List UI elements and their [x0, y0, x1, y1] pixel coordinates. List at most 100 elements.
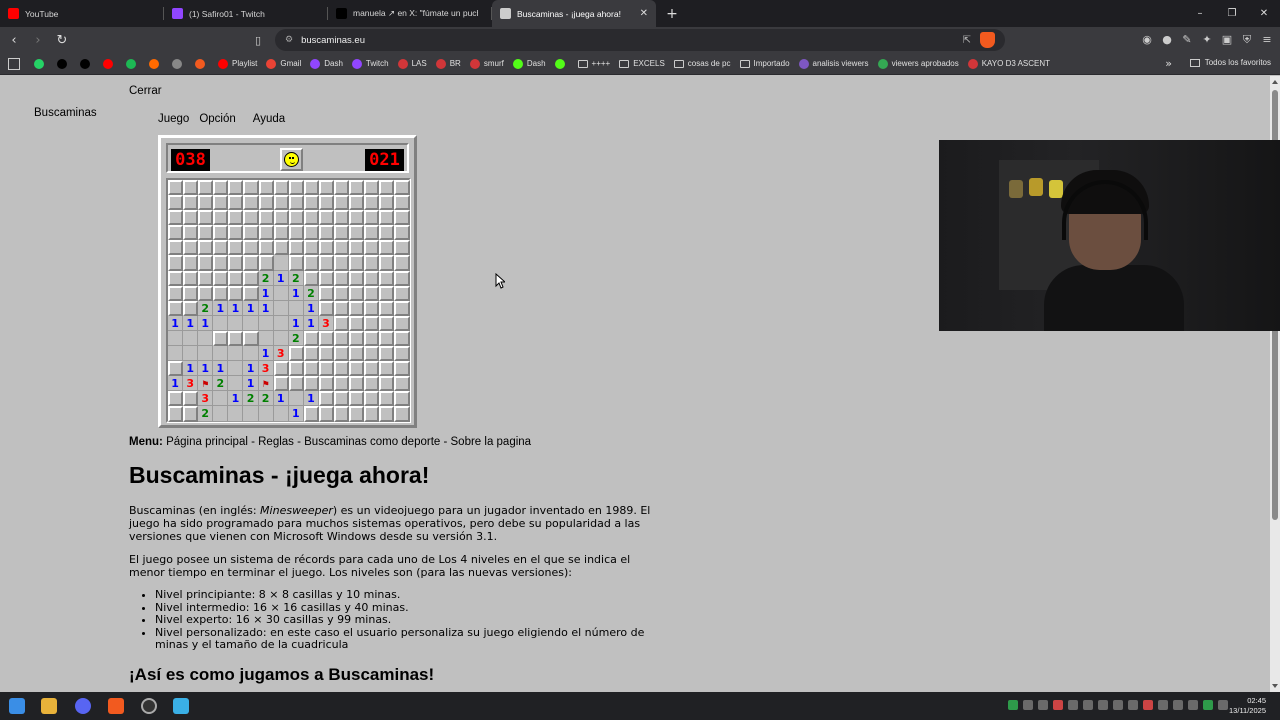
- hidden-cell[interactable]: [198, 210, 214, 226]
- bookmark-item[interactable]: Dash: [310, 58, 343, 69]
- number-cell[interactable]: 1: [183, 315, 199, 331]
- hidden-cell[interactable]: [379, 346, 395, 362]
- hidden-cell[interactable]: [349, 180, 365, 196]
- hidden-cell[interactable]: [303, 406, 319, 422]
- hidden-cell[interactable]: [364, 346, 380, 362]
- scroll-up-icon[interactable]: [1272, 80, 1278, 84]
- hidden-cell[interactable]: [349, 210, 365, 226]
- hidden-cell[interactable]: [364, 225, 380, 241]
- hidden-cell[interactable]: [318, 195, 335, 211]
- minimize-button[interactable]: –: [1184, 0, 1216, 27]
- hidden-cell[interactable]: [318, 346, 335, 362]
- hidden-cell[interactable]: [198, 255, 214, 271]
- start-icon[interactable]: [9, 698, 25, 714]
- hidden-cell[interactable]: [379, 255, 395, 271]
- empty-cell[interactable]: [243, 346, 259, 362]
- number-cell[interactable]: 3: [183, 376, 199, 392]
- hidden-cell[interactable]: [318, 330, 335, 347]
- number-cell[interactable]: 1: [303, 315, 319, 331]
- bookmark-item[interactable]: [554, 58, 569, 69]
- number-cell[interactable]: 2: [198, 406, 214, 422]
- number-cell[interactable]: 3: [258, 361, 274, 377]
- hidden-cell[interactable]: [258, 240, 274, 256]
- brave-shields-icon[interactable]: [980, 32, 995, 48]
- empty-cell[interactable]: [273, 406, 289, 422]
- hidden-cell[interactable]: [168, 270, 184, 286]
- number-cell[interactable]: 1: [258, 346, 274, 362]
- hidden-cell[interactable]: [198, 180, 214, 196]
- tray-icon[interactable]: [1143, 700, 1153, 710]
- tray-icon[interactable]: [1173, 700, 1183, 710]
- forward-button[interactable]: ›: [28, 33, 48, 48]
- number-cell[interactable]: 1: [168, 315, 184, 331]
- reset-smiley-button[interactable]: [280, 148, 303, 171]
- vpn-icon[interactable]: ⛨: [1240, 33, 1254, 47]
- hidden-cell[interactable]: [394, 255, 410, 271]
- hidden-cell[interactable]: [228, 270, 244, 286]
- empty-cell[interactable]: [228, 346, 244, 362]
- bookmark-item[interactable]: Gmail: [266, 58, 301, 69]
- menu-ayuda[interactable]: Ayuda: [253, 113, 285, 125]
- hidden-cell[interactable]: [349, 240, 365, 256]
- hidden-cell[interactable]: [183, 300, 199, 316]
- hidden-cell[interactable]: [379, 300, 395, 316]
- hidden-cell[interactable]: [349, 285, 365, 301]
- number-cell[interactable]: 1: [288, 406, 304, 422]
- hidden-cell[interactable]: [273, 195, 289, 211]
- hidden-cell[interactable]: [318, 225, 335, 241]
- hidden-cell[interactable]: [213, 180, 229, 196]
- hidden-cell[interactable]: [168, 391, 184, 407]
- empty-cell[interactable]: [273, 315, 289, 331]
- menu-links[interactable]: Página principal - Reglas - Buscaminas c…: [166, 436, 531, 448]
- hidden-cell[interactable]: [318, 180, 335, 196]
- hidden-cell[interactable]: [334, 330, 350, 347]
- number-cell[interactable]: 2: [258, 270, 274, 286]
- tray-icon[interactable]: [1038, 700, 1048, 710]
- hidden-cell[interactable]: [213, 225, 229, 241]
- hidden-cell[interactable]: [379, 406, 395, 422]
- hidden-cell[interactable]: [288, 195, 304, 211]
- hidden-cell[interactable]: [364, 376, 380, 392]
- hidden-cell[interactable]: [288, 210, 304, 226]
- hidden-cell[interactable]: [243, 195, 259, 211]
- tray-icon[interactable]: [1023, 700, 1033, 710]
- sidebar-icon[interactable]: ▣: [1220, 33, 1234, 47]
- hidden-cell[interactable]: [394, 180, 410, 196]
- hidden-cell[interactable]: [394, 285, 410, 301]
- number-cell[interactable]: 1: [288, 285, 304, 301]
- hidden-cell[interactable]: [364, 240, 380, 256]
- hidden-cell[interactable]: [318, 285, 335, 301]
- number-cell[interactable]: 1: [243, 361, 259, 377]
- tray-icon[interactable]: [1158, 700, 1168, 710]
- taskbar-clock[interactable]: 02:45 13/11/2025: [1229, 696, 1266, 716]
- empty-cell[interactable]: [213, 315, 229, 331]
- hidden-cell[interactable]: [334, 225, 350, 241]
- tray-icon[interactable]: [1113, 700, 1123, 710]
- empty-cell[interactable]: [213, 346, 229, 362]
- hidden-cell[interactable]: [183, 406, 199, 422]
- number-cell[interactable]: 1: [303, 391, 319, 407]
- number-cell[interactable]: 2: [198, 300, 214, 316]
- number-cell[interactable]: 1: [258, 300, 274, 316]
- number-cell[interactable]: 2: [303, 285, 319, 301]
- apps-grid-icon[interactable]: [8, 57, 20, 70]
- hidden-cell[interactable]: [349, 225, 365, 241]
- hidden-cell[interactable]: [349, 270, 365, 286]
- hidden-cell[interactable]: [168, 240, 184, 256]
- hidden-cell[interactable]: [228, 210, 244, 226]
- hidden-cell[interactable]: [213, 240, 229, 256]
- hidden-cell[interactable]: [303, 195, 319, 211]
- hidden-cell[interactable]: [198, 285, 214, 301]
- number-cell[interactable]: 1: [198, 315, 214, 331]
- hidden-cell[interactable]: [394, 270, 410, 286]
- empty-cell[interactable]: [258, 315, 274, 331]
- number-cell[interactable]: 1: [198, 361, 214, 377]
- wallet-icon[interactable]: ◉: [1140, 33, 1154, 47]
- number-cell[interactable]: 1: [228, 391, 244, 407]
- hidden-cell[interactable]: [318, 240, 335, 256]
- hidden-cell[interactable]: [379, 195, 395, 211]
- hidden-cell[interactable]: [273, 180, 289, 196]
- hidden-cell[interactable]: [349, 195, 365, 211]
- tray-icon[interactable]: [1068, 700, 1078, 710]
- hidden-cell[interactable]: [318, 376, 335, 392]
